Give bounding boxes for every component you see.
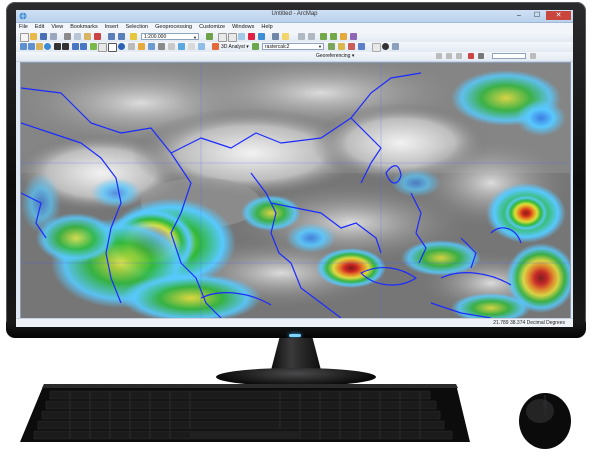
add-data-icon[interactable] [130,33,137,40]
zoom-in-icon[interactable] [20,43,27,50]
title-bar: Untitled - ArcMap – ☐ ✕ [16,10,573,23]
contour-icon[interactable] [328,43,335,50]
menu-edit[interactable]: Edit [35,23,44,32]
layer-icon[interactable] [252,43,259,50]
redo-icon[interactable] [118,33,125,40]
paste-icon[interactable] [84,33,91,40]
copy-icon[interactable] [74,33,81,40]
globe-icon[interactable] [44,43,51,50]
search-icon[interactable] [238,33,245,40]
steepest-path-icon[interactable] [338,43,345,50]
magnifier-icon[interactable] [188,43,195,50]
editor-toolbar-icon[interactable] [320,33,327,40]
menu-windows[interactable]: Windows [232,23,254,32]
arcscene-icon[interactable] [372,43,381,52]
menu-insert[interactable]: Insert [105,23,119,32]
rotate-icon[interactable] [436,53,442,59]
settings-icon[interactable] [392,43,399,50]
time-slider-icon[interactable] [158,43,165,50]
menu-view[interactable]: View [51,23,63,32]
profile-graph-icon[interactable] [358,43,365,50]
new-doc-icon[interactable] [20,33,29,42]
undo-icon[interactable] [108,33,115,40]
info-icon[interactable] [118,43,125,50]
map-scale-input[interactable]: 1:200.000 ▼ [141,33,199,40]
menu-file[interactable]: File [19,23,28,32]
route-icon[interactable] [178,43,185,50]
catalog-icon[interactable] [228,33,237,42]
print-icon[interactable] [50,33,57,40]
coordinate-readout: 21.789 38.374 Decimal Degrees [493,320,565,326]
cut-icon[interactable] [64,33,71,40]
arcmap-window: Untitled - ArcMap – ☐ ✕ File Edit View B… [16,10,573,327]
minimize-button[interactable]: – [510,11,528,20]
menu-customize[interactable]: Customize [199,23,225,32]
layout-icon[interactable] [298,33,305,40]
viewer-window-icon[interactable] [168,43,175,50]
forward-arrow-icon[interactable] [80,43,87,50]
pan-hand-icon[interactable] [36,43,43,50]
save-icon[interactable] [40,33,47,40]
viewer-icon[interactable] [530,53,536,59]
maximize-button[interactable]: ☐ [528,11,546,20]
status-bar: 21.789 38.374 Decimal Degrees [16,318,573,327]
fixed-zoom-out-icon[interactable] [62,43,69,50]
sketch-icon[interactable] [330,33,337,40]
python-icon[interactable] [258,33,265,40]
editor-icon[interactable] [206,33,213,40]
hyperlink-icon[interactable] [350,33,357,40]
menu-geoprocessing[interactable]: Geoprocessing [155,23,192,32]
shift-icon[interactable] [446,53,452,59]
georeferencing-menu[interactable]: Georeferencing ▾ [316,52,354,60]
swipe-icon[interactable] [198,43,205,50]
power-led [289,334,301,337]
back-arrow-icon[interactable] [72,43,79,50]
menu-bookmarks[interactable]: Bookmarks [70,23,98,32]
link-table-icon[interactable] [478,53,484,59]
layer-dropdown-value: rastercalc2 [265,44,290,50]
table-icon[interactable] [218,33,227,42]
data-view-icon[interactable] [308,33,315,40]
menu-bar: File Edit View Bookmarks Insert Selectio… [16,23,573,32]
html-popup-icon[interactable] [148,43,155,50]
help-icon[interactable] [282,33,289,40]
mouse [519,393,571,449]
select-features-icon[interactable] [90,43,97,50]
fixed-zoom-in-icon[interactable] [54,43,61,50]
scale-icon[interactable] [456,53,462,59]
clear-selection-icon[interactable] [98,43,107,52]
line-of-sight-icon[interactable] [348,43,355,50]
3d-analyst-menu[interactable]: 3D Analyst ▾ [221,43,249,51]
chevron-down-icon[interactable]: ▼ [193,34,197,41]
find-icon[interactable] [128,43,135,50]
georeferencing-toolbar: Georeferencing ▾ [16,52,573,62]
menu-selection[interactable]: Selection [125,23,148,32]
measure-tool-icon[interactable] [138,43,145,50]
delete-icon[interactable] [94,33,101,40]
georef-combo[interactable] [492,53,526,59]
add-control-points-icon[interactable] [468,53,474,59]
close-button[interactable]: ✕ [546,11,571,20]
open-folder-icon[interactable] [30,33,37,40]
menu-help[interactable]: Help [261,23,272,32]
model-builder-icon[interactable] [272,33,279,40]
map-scale-value: 1:200.000 [144,34,167,40]
satellite-map[interactable] [21,63,570,318]
window-title: Untitled - ArcMap [271,11,318,17]
arctoolbox-icon[interactable] [248,33,255,40]
arcglobe-icon[interactable] [382,43,389,50]
zoom-out-icon[interactable] [28,43,35,50]
select-arrow-icon[interactable] [108,43,117,52]
measure-icon[interactable] [340,33,347,40]
keyboard [20,384,470,442]
3d-analyst-icon[interactable] [212,43,219,50]
map-view[interactable] [20,62,571,319]
chevron-down-icon[interactable]: ▼ [318,44,322,50]
layer-dropdown[interactable]: rastercalc2 ▼ [262,43,324,50]
